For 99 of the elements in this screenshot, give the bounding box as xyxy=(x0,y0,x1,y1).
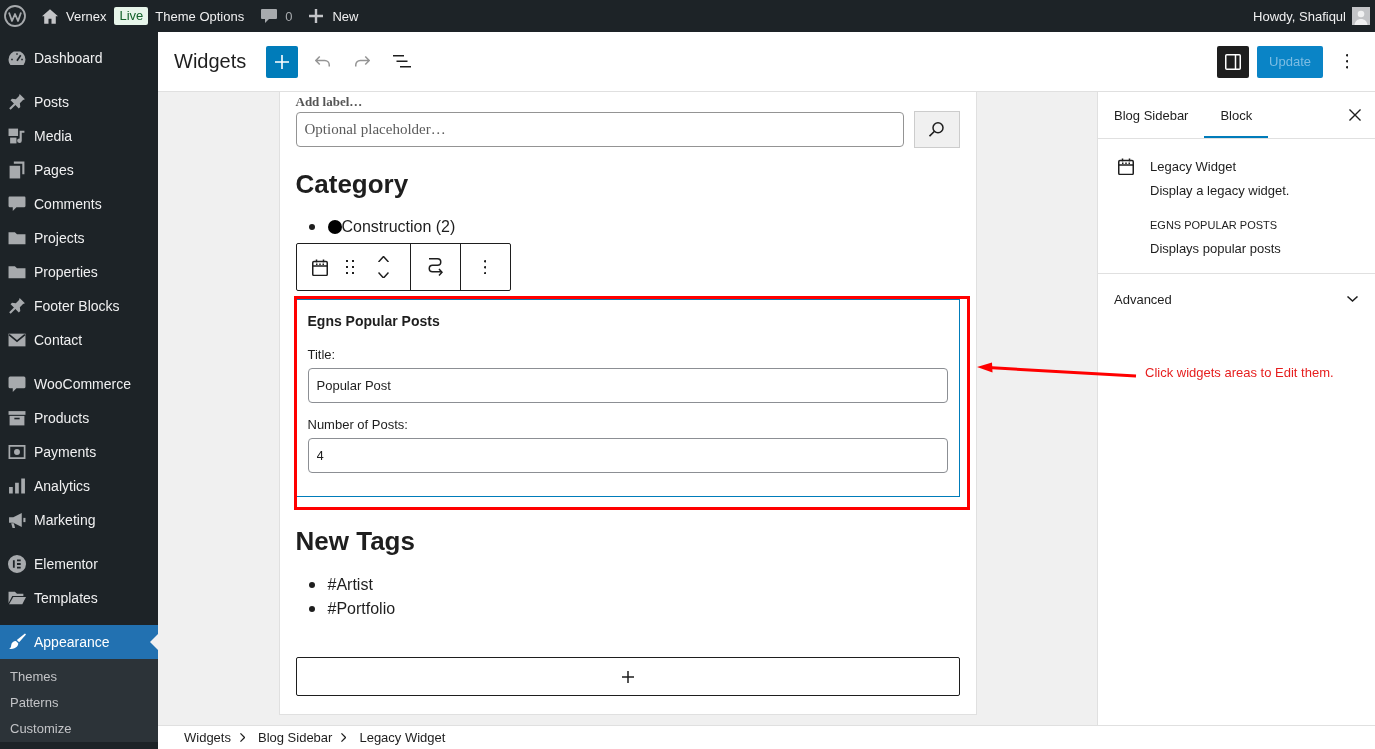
menu-item[interactable]: Footer Blocks xyxy=(0,289,158,323)
pin-icon xyxy=(8,297,26,315)
folder-icon xyxy=(8,263,26,281)
list-view-icon xyxy=(393,55,412,68)
dot-icon xyxy=(327,220,342,234)
menu-item[interactable]: Properties xyxy=(0,255,158,289)
drag-dots-icon xyxy=(345,260,354,274)
menu-item[interactable]: Analytics xyxy=(0,469,158,503)
menu-item[interactable]: Marketing xyxy=(0,503,158,537)
pin-icon xyxy=(8,93,26,111)
menu-item[interactable]: Contact xyxy=(0,323,158,357)
block-title: Legacy Widget xyxy=(1150,158,1236,176)
widget-block[interactable]: Egns Popular Posts Title: Popular Post Number of Posts: 4 xyxy=(295,299,960,497)
chevron-down-icon xyxy=(378,271,389,279)
menu-item[interactable]: Comments xyxy=(0,187,158,221)
plus-icon xyxy=(309,9,324,23)
live-badge: Live xyxy=(114,7,149,25)
speech-bubble-icon xyxy=(8,195,26,213)
menu-item[interactable]: Templates xyxy=(0,581,158,615)
plus-icon xyxy=(621,670,634,683)
banknote-icon xyxy=(8,443,26,461)
field-label: Title: xyxy=(307,346,336,364)
text-field[interactable]: Popular Post xyxy=(307,368,948,403)
avatar-icon xyxy=(1352,7,1370,25)
bullet-icon xyxy=(308,582,315,588)
block-description: Display a legacy widget. xyxy=(1150,183,1290,199)
sidebar-tab[interactable]: Blog Sidebar xyxy=(1098,92,1205,138)
widget-description: Displays popular posts xyxy=(1150,241,1281,257)
account-link[interactable]: Howdy, Shafiqul xyxy=(1253,7,1370,25)
tag-item: #Portfolio xyxy=(327,600,396,618)
annotation-text: Click widgets areas to Edit them. xyxy=(1145,364,1334,380)
block-heading: Category xyxy=(295,169,409,199)
page-title: Widgets xyxy=(174,50,247,73)
chevron-right-icon xyxy=(341,733,347,742)
breadcrumb-link[interactable]: Widgets xyxy=(184,730,231,745)
widget-title: Egns Popular Posts xyxy=(307,312,440,331)
bullet-icon xyxy=(308,224,315,230)
logo-icon xyxy=(4,5,26,27)
search-field[interactable]: Optional placeholder… xyxy=(295,112,904,147)
field-label: Add label… xyxy=(295,94,363,109)
bar-chart-icon xyxy=(8,477,26,495)
redo-icon xyxy=(354,56,370,67)
field-label: Number of Posts: xyxy=(307,416,408,434)
archive-box-icon xyxy=(8,409,26,427)
search-icon xyxy=(929,122,944,137)
chevron-up-icon xyxy=(378,255,389,263)
more-vertical-icon xyxy=(1345,54,1349,69)
curved-arrow-icon xyxy=(427,257,443,277)
close-icon xyxy=(1349,109,1361,121)
paintbrush-icon xyxy=(8,633,26,651)
undo-icon xyxy=(314,56,330,67)
menu-item[interactable]: Posts xyxy=(0,85,158,119)
plus-icon xyxy=(275,54,290,69)
breadcrumb-link[interactable]: Legacy Widget xyxy=(359,730,446,745)
search-button[interactable] xyxy=(913,111,960,148)
rounded-bubble-icon xyxy=(8,375,26,393)
chevron-right-icon xyxy=(239,733,245,742)
add-block-button[interactable] xyxy=(295,657,960,696)
pages-icon xyxy=(8,161,26,179)
submenu-item[interactable]: Customize xyxy=(0,716,158,742)
logo-link[interactable] xyxy=(4,5,26,27)
menu-item[interactable]: Dashboard xyxy=(0,41,158,75)
calendar-icon xyxy=(1118,158,1134,175)
tag-item: #Artist xyxy=(327,576,373,594)
megaphone-icon xyxy=(8,511,26,529)
camera-note-icon xyxy=(8,127,26,145)
envelope-icon xyxy=(8,331,26,349)
new-link[interactable]: New xyxy=(309,8,359,24)
home-icon xyxy=(42,8,58,24)
menu-item[interactable]: Elementor xyxy=(0,547,158,581)
block-heading: New Tags xyxy=(295,526,415,556)
breadcrumb-link[interactable]: Blog Sidebar xyxy=(257,730,333,745)
menu-item[interactable]: Media xyxy=(0,119,158,153)
more-vertical-icon xyxy=(483,259,487,275)
menu-item[interactable]: Payments xyxy=(0,435,158,469)
folder-icon xyxy=(8,229,26,247)
widget-name: EGNS POPULAR POSTS xyxy=(1150,218,1278,233)
menu-item[interactable]: Products xyxy=(0,401,158,435)
panel-toggle[interactable]: Advanced xyxy=(1098,274,1375,324)
bullet-icon xyxy=(308,606,315,612)
sidebar-tab[interactable]: Block xyxy=(1204,92,1269,138)
menu-item[interactable]: WooCommerce xyxy=(0,367,158,401)
menu-item[interactable]: Pages xyxy=(0,153,158,187)
category-item: Construction (2) xyxy=(341,218,456,236)
comments-link[interactable]: 0 xyxy=(261,8,293,24)
gauge-icon xyxy=(8,49,26,67)
menu-item[interactable]: Appearance xyxy=(0,625,158,659)
submenu-item[interactable]: Themes xyxy=(0,664,158,690)
theme-options-link[interactable]: Theme Options xyxy=(155,8,245,24)
menu-item[interactable]: Projects xyxy=(0,221,158,255)
speech-bubble-icon xyxy=(261,9,278,23)
submenu-item[interactable]: Patterns xyxy=(0,690,158,716)
site-link[interactable]: Vernex xyxy=(42,8,107,24)
sidebar-panel-icon xyxy=(1225,53,1242,70)
sidebar-toggle-button[interactable] xyxy=(1217,45,1250,78)
calendar-icon xyxy=(311,258,328,276)
folder-icon xyxy=(8,589,26,607)
round-logo-icon xyxy=(8,555,26,573)
text-field[interactable]: 4 xyxy=(307,438,948,473)
